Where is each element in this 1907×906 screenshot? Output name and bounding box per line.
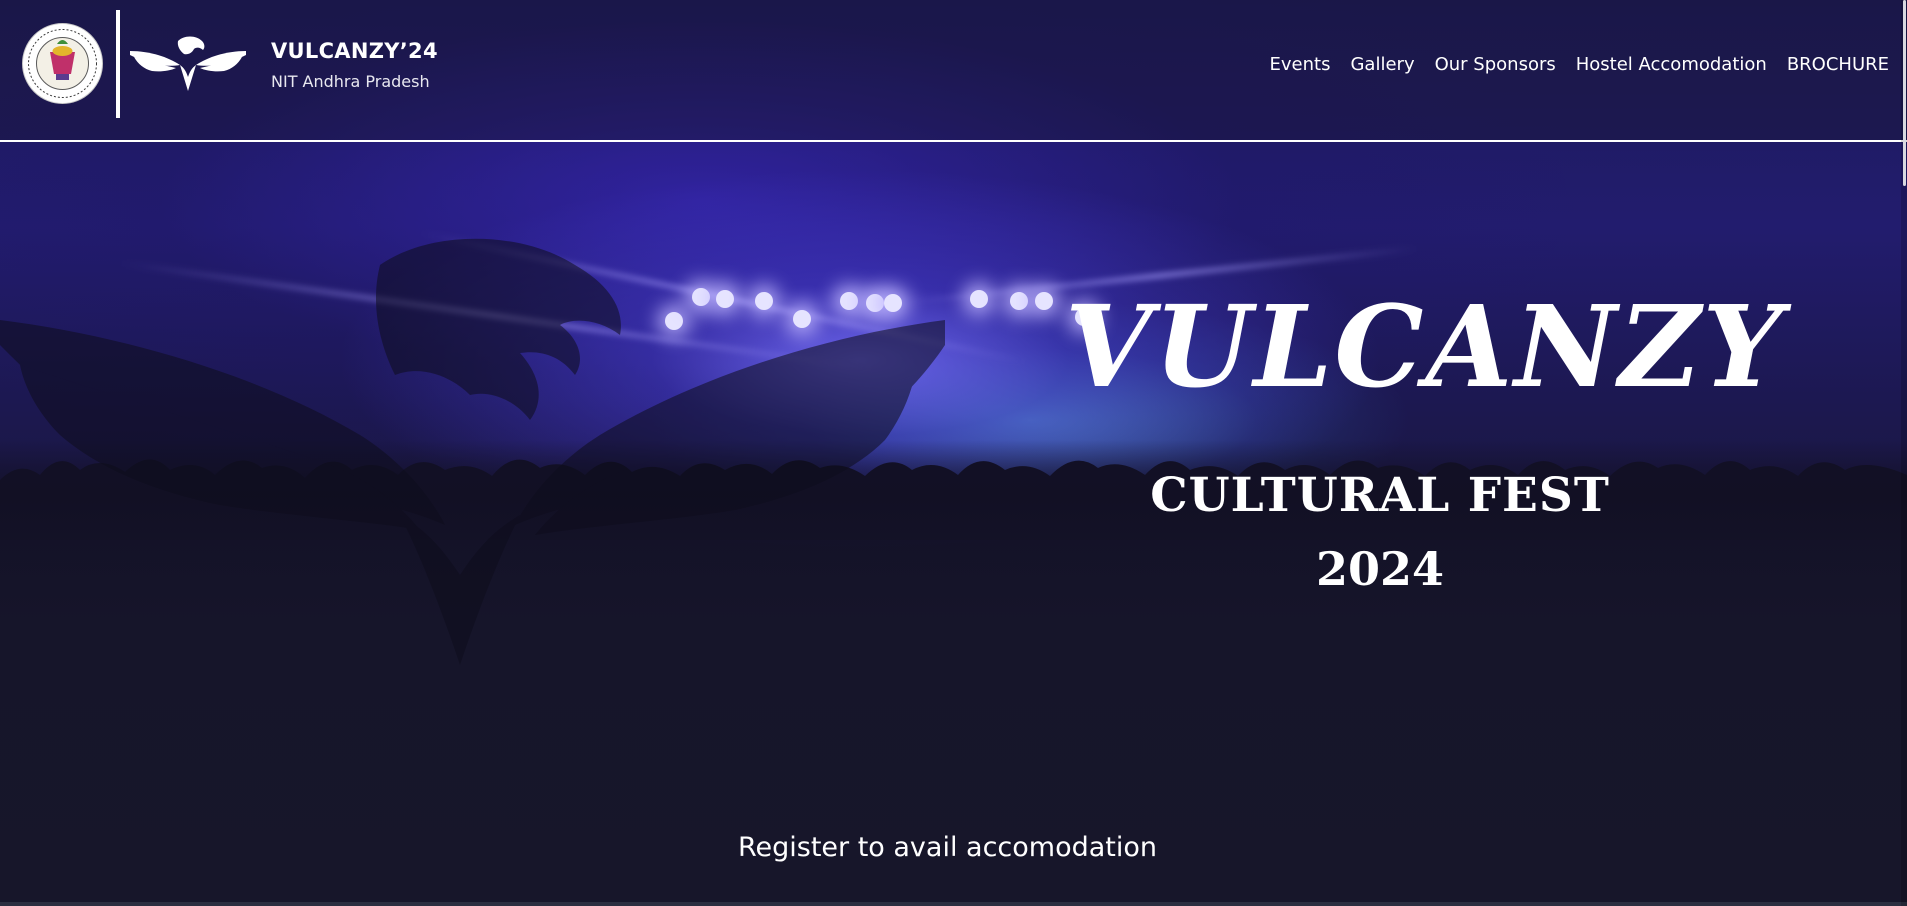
- brand-title: VULCANZY’24: [271, 39, 438, 63]
- bottom-divider: [0, 902, 1907, 906]
- nav-item-brochure[interactable]: BROCHURE: [1787, 54, 1889, 75]
- stage-lamp: [970, 290, 988, 308]
- site-header: VULCANZY’24 NIT Andhra Pradesh Events Ga…: [0, 0, 1907, 142]
- stage-lamp: [1035, 292, 1053, 310]
- header-divider: [116, 10, 120, 118]
- nav-item-hostel-accomodation[interactable]: Hostel Accomodation: [1576, 54, 1767, 75]
- scrollbar[interactable]: [1901, 0, 1907, 906]
- brand-subtitle: NIT Andhra Pradesh: [271, 72, 430, 91]
- eagle-logo-icon[interactable]: [130, 35, 246, 91]
- main-nav: Events Gallery Our Sponsors Hostel Accom…: [1250, 54, 1889, 75]
- stage-lamp: [1010, 292, 1028, 310]
- hero-year: 2024: [1315, 542, 1445, 596]
- scrollbar-thumb[interactable]: [1903, 0, 1906, 186]
- hero-subtitle: CULTURAL FEST: [1150, 468, 1610, 523]
- register-accomodation-link[interactable]: Register to avail accomodation: [700, 832, 1195, 863]
- eagle-watermark-icon: [0, 238, 945, 665]
- nav-item-sponsors[interactable]: Our Sponsors: [1435, 54, 1556, 75]
- nav-item-events[interactable]: Events: [1270, 54, 1331, 75]
- hero-title: VULCANZY: [1065, 282, 1785, 413]
- nav-item-gallery[interactable]: Gallery: [1350, 54, 1414, 75]
- nit-andhra-pradesh-emblem-icon[interactable]: [21, 22, 104, 105]
